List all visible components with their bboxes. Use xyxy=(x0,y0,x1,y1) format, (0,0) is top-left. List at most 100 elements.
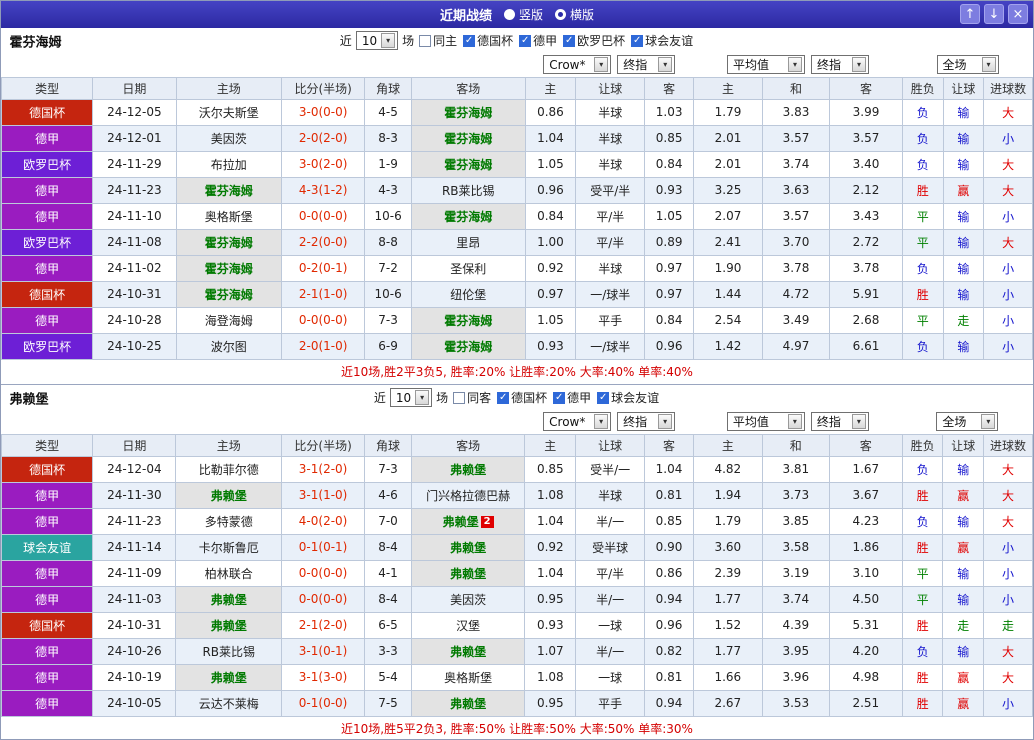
scope-select[interactable]: 全场 ▾ xyxy=(936,55,999,75)
handicap-home-odds: 1.04 xyxy=(524,507,577,535)
handicap-home-odds: 0.95 xyxy=(524,585,577,613)
move-up-button[interactable]: ↑ xyxy=(960,4,980,24)
date-cell: 24-12-04 xyxy=(92,455,177,483)
corner-cell: 7-3 xyxy=(364,306,412,334)
recent-count-select[interactable]: 10 ▾ xyxy=(389,388,433,407)
competition-type-cell: 德甲 xyxy=(1,637,94,665)
team-name: 弗赖堡 xyxy=(9,392,49,407)
handicap-company-select[interactable]: Crow* ▾ xyxy=(543,412,612,432)
corner-cell: 7-0 xyxy=(364,507,412,535)
header-spacer xyxy=(1,410,525,434)
handicap-stage-select[interactable]: 终指 ▾ xyxy=(617,55,676,75)
result-goals: 小 xyxy=(982,533,1033,561)
handicap-home-odds: 1.07 xyxy=(524,637,577,665)
league-checkbox[interactable]: ✓ 德国杯 xyxy=(463,32,513,49)
corner-cell: 6-9 xyxy=(364,332,412,360)
date-cell: 24-10-05 xyxy=(92,689,177,717)
match-row: 球会友谊 24-11-14 卡尔斯鲁厄 0-1(0-1) 8-4 弗赖堡 0.92 受半球 0.… xyxy=(1,533,1033,561)
match-row: 德国杯 24-10-31 霍芬海姆 2-1(1-0) 10-6 纽伦堡 0.97 一/球半 0.… xyxy=(1,280,1033,308)
column-header: 客 xyxy=(644,76,694,100)
score-cell: 3-1(1-0) xyxy=(280,481,366,509)
radio-vertical-icon xyxy=(503,9,515,20)
handicap-line: 一/球半 xyxy=(575,280,646,308)
league-checkbox[interactable]: ✓ 球会友谊 xyxy=(631,32,693,49)
dropdown-arrow-icon: ▾ xyxy=(415,390,430,405)
handicap-line: 受平/半 xyxy=(575,176,646,204)
match-row: 德甲 24-11-23 多特蒙德 4-0(2-0) 7-0 弗赖堡 2 1.04 半/一 0.85… xyxy=(1,507,1033,535)
europe-home-odds: 3.25 xyxy=(693,176,763,204)
date-cell: 24-11-23 xyxy=(92,176,177,204)
layout-radio-vertical[interactable]: 竖版 xyxy=(503,6,543,23)
handicap-line: 受半/一 xyxy=(575,455,646,483)
europe-stage-select[interactable]: 终指 ▾ xyxy=(811,55,869,75)
move-down-button[interactable]: ↓ xyxy=(984,4,1004,24)
filter-row: 弗赖堡近 10 ▾ 场同客 ✓ 德国杯 ✓ 德甲 ✓ 球会友谊 xyxy=(1,385,1033,410)
result-outcome: 平 xyxy=(902,202,944,230)
competition-type-cell: 欧罗巴杯 xyxy=(1,150,94,178)
match-row: 德国杯 24-12-04 比勒菲尔德 3-1(2-0) 7-3 弗赖堡 0.85 受半/一 1.… xyxy=(1,455,1033,483)
europe-draw-odds: 3.57 xyxy=(762,202,830,230)
league-checkbox-label: 球会友谊 xyxy=(611,391,660,405)
summary-text: 近10场,胜2平3负5, 胜率:20% 让胜率:20% 大率:40% 单率:40… xyxy=(1,358,1033,384)
recent-count-select-value: 10 xyxy=(395,390,412,405)
recent-count-select[interactable]: 10 ▾ xyxy=(355,31,399,50)
europe-draw-odds: 3.95 xyxy=(761,637,830,665)
checkbox-checked-icon: ✓ xyxy=(597,391,610,404)
checkbox-checked-icon: ✓ xyxy=(631,34,644,47)
close-button[interactable]: × xyxy=(1008,4,1028,24)
handicap-home-odds: 1.04 xyxy=(524,124,577,152)
corner-cell: 3-3 xyxy=(364,637,412,665)
handicap-stage-select[interactable]: 终指 ▾ xyxy=(617,412,676,432)
competition-type-cell: 德甲 xyxy=(1,481,94,509)
date-cell: 24-10-31 xyxy=(92,280,177,308)
europe-company-select-value: 平均值 xyxy=(733,58,770,73)
column-header: 比分(半场) xyxy=(280,433,366,457)
league-checkbox[interactable]: ✓ 德甲 xyxy=(519,32,557,49)
result-handicap: 输 xyxy=(942,280,985,308)
dropdown-arrow-icon: ▾ xyxy=(788,57,802,73)
home-team-cell: 布拉加 xyxy=(175,150,283,178)
league-checkbox-label: 球会友谊 xyxy=(645,34,694,48)
handicap-home-odds: 1.05 xyxy=(524,150,577,178)
europe-draw-odds: 3.96 xyxy=(761,663,830,691)
competition-type-cell: 德甲 xyxy=(1,176,94,204)
europe-away-odds: 3.78 xyxy=(828,254,904,282)
corner-cell: 7-2 xyxy=(364,254,412,282)
handicap-away-odds: 0.93 xyxy=(644,176,694,204)
league-checkbox-label: 德国杯 xyxy=(477,34,514,48)
same-venue-checkbox-label: 同主 xyxy=(433,34,458,48)
scope-select[interactable]: 全场 ▾ xyxy=(936,412,999,432)
column-header: 主 xyxy=(524,433,577,457)
corner-cell: 10-6 xyxy=(364,280,412,308)
result-handicap: 输 xyxy=(942,455,984,483)
date-cell: 24-11-09 xyxy=(92,559,177,587)
league-checkbox[interactable]: ✓ 德甲 xyxy=(553,389,591,406)
handicap-line: 平/半 xyxy=(575,202,646,230)
europe-away-odds: 2.51 xyxy=(828,689,903,717)
europe-home-odds: 1.44 xyxy=(693,280,763,308)
handicap-home-odds: 0.92 xyxy=(524,254,577,282)
same-venue-checkbox-label: 同客 xyxy=(467,391,492,405)
match-row: 德甲 24-10-26 RB莱比锡 3-1(0-1) 3-3 弗赖堡 1.07 半/一 0.82… xyxy=(1,637,1033,665)
league-checkbox[interactable]: ✓ 欧罗巴杯 xyxy=(563,32,625,49)
league-checkbox-label: 欧罗巴杯 xyxy=(577,34,626,48)
handicap-company-select[interactable]: Crow* ▾ xyxy=(543,55,612,75)
handicap-away-odds: 0.96 xyxy=(644,611,694,639)
checkbox-unchecked-icon xyxy=(453,391,466,404)
competition-type-cell: 德甲 xyxy=(1,306,94,334)
league-checkbox[interactable]: ✓ 球会友谊 xyxy=(597,389,659,406)
same-venue-checkbox[interactable]: 同客 xyxy=(453,389,491,406)
europe-company-select[interactable]: 平均值 ▾ xyxy=(727,55,805,75)
europe-away-odds: 4.98 xyxy=(828,663,903,691)
europe-company-select[interactable]: 平均值 ▾ xyxy=(726,412,805,432)
match-row: 欧罗巴杯 24-11-29 布拉加 3-0(2-0) 1-9 霍芬海姆 1.05 半球 0.84… xyxy=(1,150,1033,178)
result-goals: 小 xyxy=(983,124,1033,152)
same-venue-checkbox[interactable]: 同主 xyxy=(419,32,457,49)
league-checkbox[interactable]: ✓ 德国杯 xyxy=(497,389,547,406)
europe-stage-select[interactable]: 终指 ▾ xyxy=(810,412,869,432)
checkbox-checked-icon: ✓ xyxy=(463,34,476,47)
result-outcome: 负 xyxy=(902,332,944,360)
layout-radio-horizontal[interactable]: 横版 xyxy=(555,6,594,23)
score-cell: 2-0(2-0) xyxy=(281,124,366,152)
column-header: 主 xyxy=(693,76,763,100)
